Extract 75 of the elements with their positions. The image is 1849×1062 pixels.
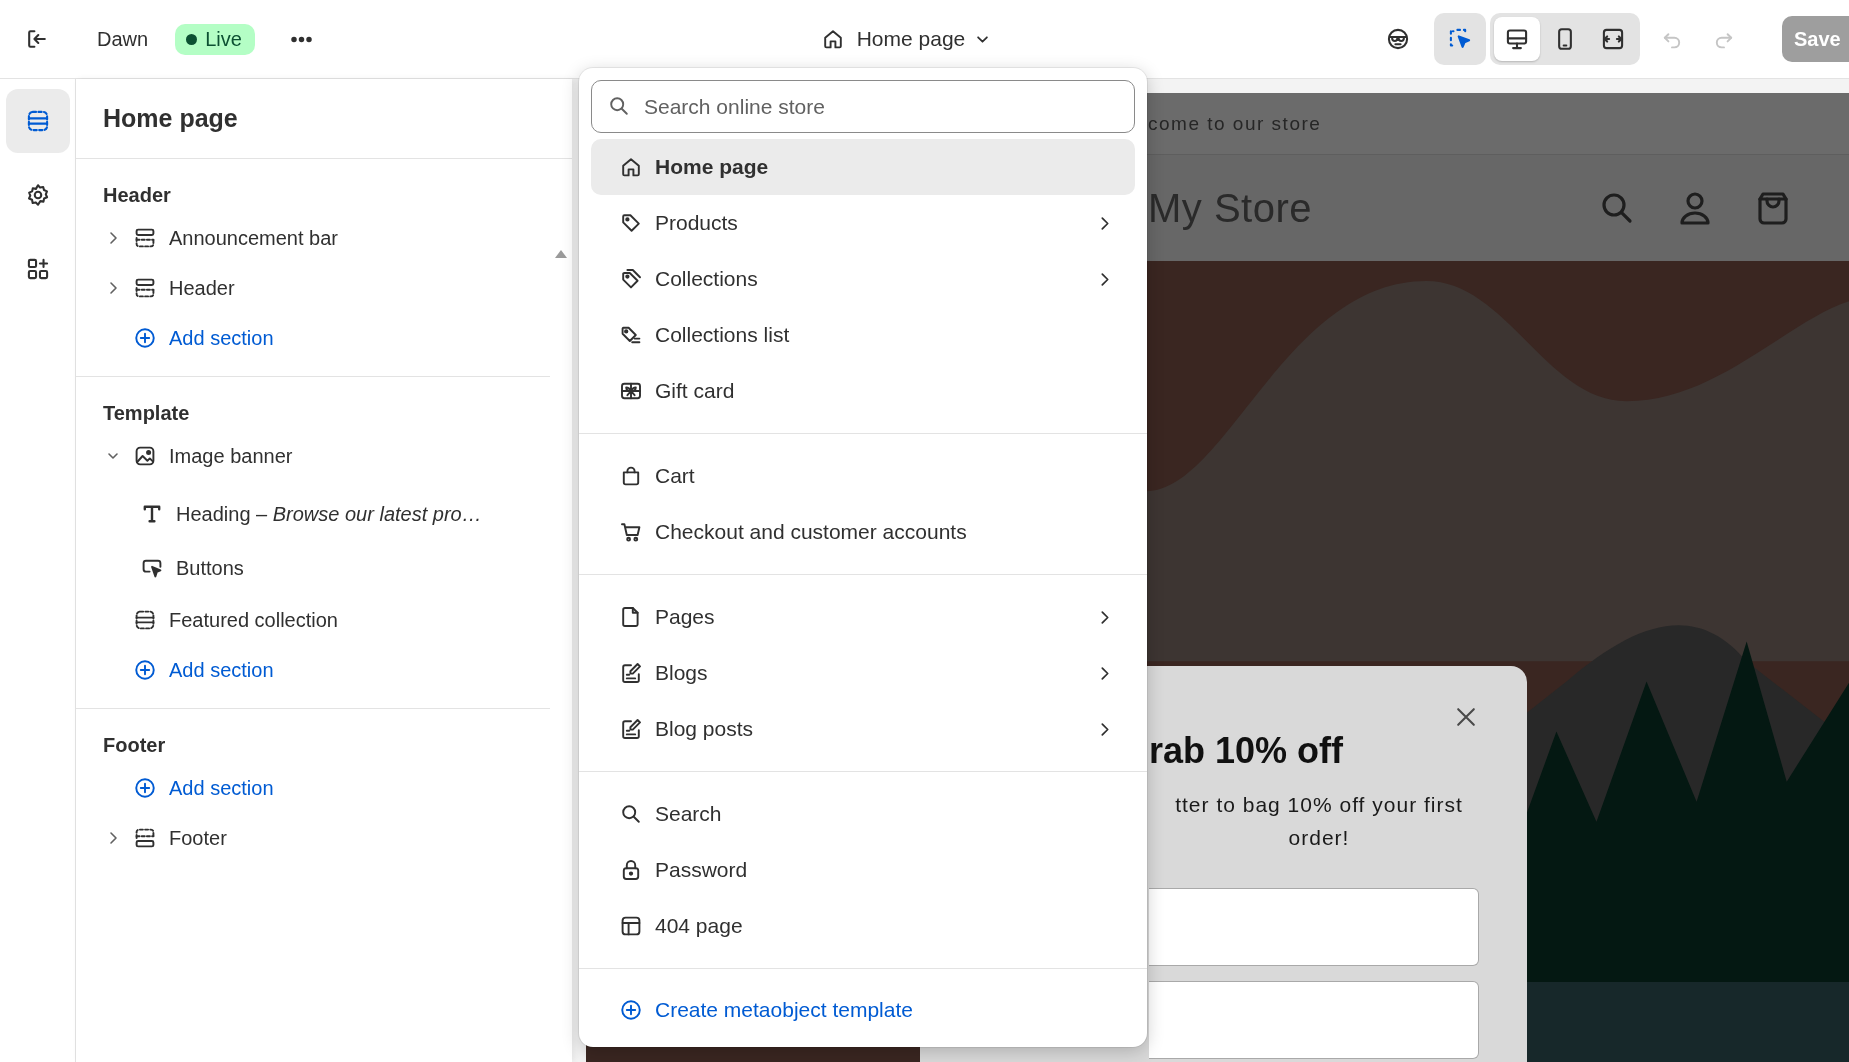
mask-icon [1385, 26, 1411, 52]
menu-item[interactable]: Collections list [591, 307, 1135, 363]
sections-button[interactable] [5, 89, 70, 153]
menu-item[interactable]: Home page [591, 139, 1135, 195]
plus-circle-icon [133, 326, 157, 350]
tags-icon [619, 267, 643, 291]
chevron-right-icon [1101, 216, 1109, 230]
chevron-right-icon [1101, 722, 1109, 736]
announcement-text: come to our store [1148, 112, 1322, 135]
section-item[interactable]: Featured collection [169, 608, 338, 632]
full-width-icon [1600, 26, 1626, 52]
layout-icon [619, 914, 643, 938]
add-section-button[interactable]: Add section [76, 313, 280, 363]
search-icon [607, 94, 631, 118]
block-item[interactable]: Heading – Browse our latest pro… [176, 502, 482, 526]
section-item[interactable]: Header [169, 276, 235, 300]
menu-item[interactable]: 404 page [591, 898, 1135, 954]
desktop-view-button[interactable] [1494, 17, 1540, 61]
menu-item[interactable]: Products [591, 195, 1135, 251]
plus-circle-icon [133, 776, 157, 800]
input-field[interactable] [1149, 888, 1479, 966]
more-actions-button[interactable] [290, 36, 312, 42]
store-name: My Store [1148, 185, 1314, 231]
edit-page-icon [619, 661, 643, 685]
plus-circle-icon [619, 997, 643, 1022]
chevron-right-icon [1101, 666, 1109, 680]
add-section-button[interactable]: Add section [76, 645, 280, 695]
chevron-right-icon [1101, 610, 1109, 624]
popup-title: rab 10% off [1149, 730, 1345, 772]
group-heading: Header [102, 182, 172, 208]
top-bar-section-icon [133, 276, 157, 300]
scroll-arrow-icon[interactable] [554, 249, 568, 259]
menu-item[interactable]: Collections [591, 251, 1135, 307]
popup-text: tter to bag 10% off your first order! [1174, 792, 1464, 851]
chevron-right-icon[interactable] [109, 282, 117, 294]
input-field[interactable] [1149, 981, 1479, 1059]
group-heading: Template [102, 400, 191, 426]
add-section-button[interactable]: Add section [76, 763, 280, 813]
tag-icon [619, 211, 643, 235]
menu-item[interactable]: Blog posts [591, 701, 1135, 757]
menu-item[interactable]: Blogs [591, 645, 1135, 701]
image-icon [133, 444, 157, 468]
menu-item[interactable]: Gift card [591, 363, 1135, 419]
block-item[interactable]: Buttons [176, 556, 244, 580]
edit-page-icon [619, 717, 643, 741]
panel-title: Home page [76, 79, 572, 159]
chevron-right-icon[interactable] [109, 232, 117, 244]
menu-item[interactable]: Pages [591, 589, 1135, 645]
group-heading: Footer [102, 732, 167, 758]
chevron-down-icon [977, 35, 989, 43]
menu-item[interactable]: Search [591, 786, 1135, 842]
cart-icon [619, 520, 643, 544]
section-item[interactable]: Announcement bar [169, 226, 338, 250]
chevron-right-icon [1101, 272, 1109, 286]
home-icon [619, 155, 643, 179]
section-icon [133, 608, 157, 632]
theme-name: Dawn [97, 27, 149, 51]
top-bar-section-icon [133, 226, 157, 250]
inspector-button[interactable] [1434, 13, 1486, 65]
menu-item[interactable]: Cart [591, 448, 1135, 504]
section-item[interactable]: Image banner [169, 444, 293, 468]
menu-item[interactable]: Password [591, 842, 1135, 898]
more-icon [290, 36, 312, 42]
page-selector[interactable]: Home page [814, 26, 995, 52]
bottom-bar-section-icon [133, 826, 157, 850]
customer-privacy-button[interactable] [1385, 26, 1411, 52]
create-template-link[interactable]: Create metaobject template [591, 983, 1135, 1036]
plus-circle-icon [133, 658, 157, 682]
search-field[interactable]: Search online store [591, 80, 1135, 133]
chevron-right-icon[interactable] [109, 832, 117, 844]
section-item[interactable]: Footer [169, 826, 227, 850]
search-icon [619, 802, 643, 826]
live-status-badge: Live [175, 23, 255, 55]
chevron-down-icon[interactable] [108, 453, 118, 459]
menu-item[interactable]: Checkout and customer accounts [591, 504, 1135, 560]
